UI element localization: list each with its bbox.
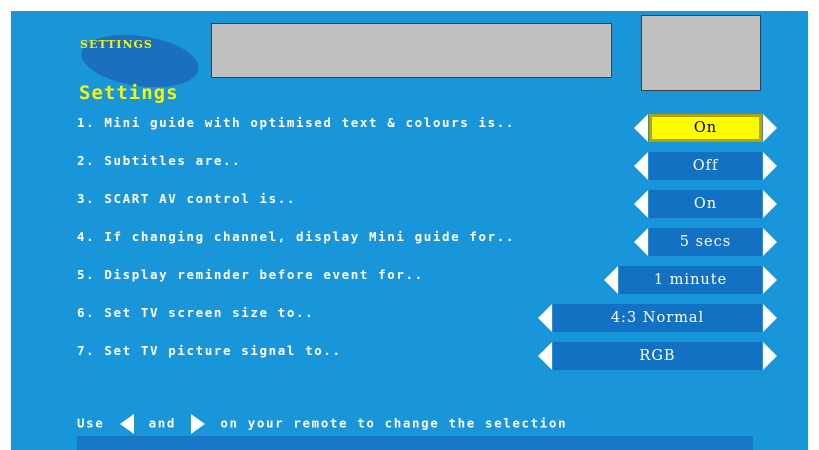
setting-value[interactable]: Off [649,152,762,180]
tv-preview-window [641,15,761,91]
setting-value[interactable]: RGB [553,342,762,370]
setting-value[interactable]: 5 secs [649,228,762,256]
setting-row-screen-size[interactable]: 6. Set TV screen size to.. 4:3 Normal [11,300,808,332]
setting-row-reminder[interactable]: 5. Display reminder before event for.. 1… [11,262,808,294]
left-arrow-icon [119,414,134,434]
settings-screen: SETTINGS Settings 1. Mini guide with opt… [11,11,808,450]
setting-row-subtitles[interactable]: 2. Subtitles are.. Off [11,148,808,180]
setting-label: 3. SCART AV control is.. [77,191,297,206]
setting-row-mini-guide[interactable]: 1. Mini guide with optimised text & colo… [11,110,808,142]
left-arrow-icon[interactable] [634,190,648,218]
setting-label: 5. Display reminder before event for.. [77,267,424,282]
right-arrow-icon[interactable] [763,114,777,142]
left-arrow-icon[interactable] [634,228,648,256]
footer-and-text: and [148,415,177,431]
setting-row-mini-guide-duration[interactable]: 4. If changing channel, display Mini gui… [11,224,808,256]
setting-value[interactable]: On [649,190,762,218]
setting-row-picture-signal[interactable]: 7. Set TV picture signal to.. RGB [11,338,808,370]
setting-label: 2. Subtitles are.. [77,153,242,168]
setting-value[interactable]: 4:3 Normal [553,304,762,332]
left-arrow-icon[interactable] [604,266,618,294]
footer-bar [77,436,753,450]
footer-use-text: Use [77,415,105,431]
left-arrow-icon[interactable] [538,304,552,332]
left-arrow-icon[interactable] [538,342,552,370]
footer-rest-text: on your remote to change the selection [220,415,568,431]
right-arrow-icon[interactable] [763,342,777,370]
right-arrow-icon[interactable] [763,190,777,218]
left-arrow-icon[interactable] [634,152,648,180]
setting-label: 7. Set TV picture signal to.. [77,343,342,358]
right-arrow-icon [191,414,206,434]
left-arrow-icon[interactable] [634,114,648,142]
setting-label: 4. If changing channel, display Mini gui… [77,229,516,244]
setting-label: 6. Set TV screen size to.. [77,305,315,320]
right-arrow-icon[interactable] [763,228,777,256]
setting-value[interactable]: On [649,114,762,142]
setting-value[interactable]: 1 minute [619,266,762,294]
page-title: Settings [79,82,179,104]
right-arrow-icon[interactable] [763,266,777,294]
banner-placeholder [211,23,612,78]
logo-text: SETTINGS [80,38,153,51]
setting-label: 1. Mini guide with optimised text & colo… [77,115,516,130]
footer-hint: Use and on your remote to change the sel… [77,414,567,434]
right-arrow-icon[interactable] [763,304,777,332]
setting-row-scart[interactable]: 3. SCART AV control is.. On [11,186,808,218]
right-arrow-icon[interactable] [763,152,777,180]
